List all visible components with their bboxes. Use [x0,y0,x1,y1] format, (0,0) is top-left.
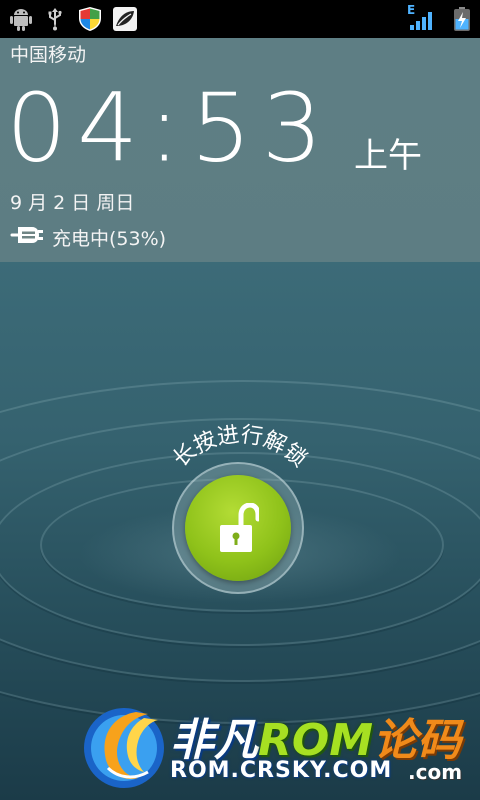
leaf-app-icon [113,7,137,31]
unlocked-padlock-icon [220,503,259,552]
android-debug-icon [10,9,32,31]
status-bar: E [0,0,480,38]
charging-status: 充电中(53%) [52,228,167,250]
watermark: 非凡ROM论码 ROM.CRSKY.COM .com [78,698,480,800]
clock-time: 04:53 [6,73,333,183]
date-label: 9 月 2 日 周日 [10,192,135,214]
carrier-label: 中国移动 [10,44,87,66]
crsky-logo-icon [84,708,164,788]
lock-info-panel: 中国移动 04:53 上午 9 月 2 日 周日 充电中(53%) [0,38,480,262]
battery-charging-icon [454,7,470,31]
unlock-button[interactable] [185,475,291,581]
shield-icon [79,7,101,31]
signal-icon [410,12,432,30]
watermark-url: ROM.CRSKY.COM [170,758,393,783]
clock-ampm: 上午 [354,136,422,176]
unlock-ring [172,462,304,594]
usb-icon [48,8,62,31]
watermark-url-tail: .com [408,760,463,784]
lock-screen: E 中国移动 04:53 上午 9 月 2 日 周日 充电中(53%) 长按进行… [0,0,480,800]
charging-plug-icon [10,227,43,243]
